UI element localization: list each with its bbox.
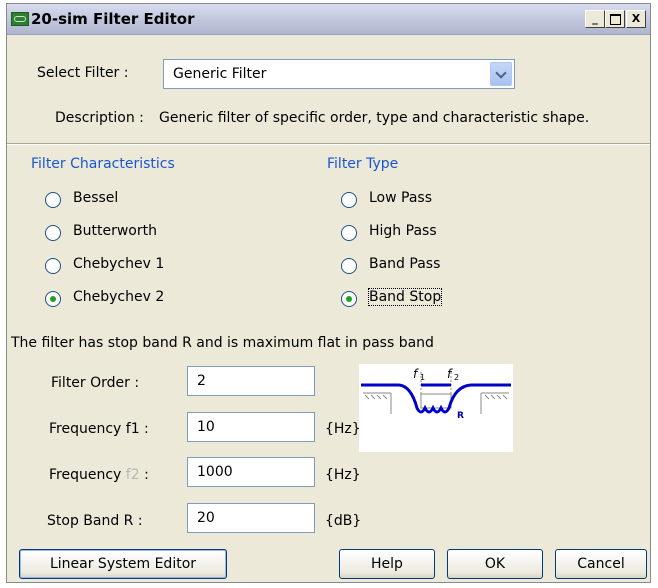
select-filter-value: Generic Filter [173,66,267,82]
app-icon [11,12,29,26]
filter-type-heading: Filter Type [327,156,399,172]
minimize-button[interactable]: _ [585,10,605,28]
frequency-f2-label-suffix: : [139,467,149,483]
frequency-f2-unit: {Hz} [325,467,361,483]
ok-button[interactable]: OK [447,549,543,579]
frequency-f1-value: 10 [197,419,215,435]
stop-band-unit: {dB} [325,513,362,529]
window-title: 20-sim Filter Editor [31,10,195,28]
select-filter-label: Select Filter : [37,65,129,81]
radio-bessel[interactable] [45,192,61,208]
radio-chebychev-2-label[interactable]: Chebychev 2 [73,289,164,305]
filter-editor-window: 20-sim Filter Editor _ X Select Filter :… [6,3,651,583]
frequency-f2-label-dim: f2 [125,467,140,483]
title-bar[interactable]: 20-sim Filter Editor _ X [7,4,650,35]
maximize-button[interactable] [605,10,625,28]
radio-butterworth[interactable] [45,225,61,241]
frequency-f1-unit: {Hz} [325,421,361,437]
band-stop-response-diagram: f 1 f 2 R [359,364,513,452]
radio-bessel-label[interactable]: Bessel [73,190,118,206]
radio-selected-dot [346,296,352,302]
stop-band-r-marker: R [457,411,464,421]
f2-marker-sub: 2 [454,373,459,382]
close-button[interactable]: X [626,10,646,28]
radio-chebychev-1-label[interactable]: Chebychev 1 [73,256,164,272]
radio-high-pass[interactable] [341,225,357,241]
help-button[interactable]: Help [339,549,435,579]
cancel-button[interactable]: Cancel [555,549,647,579]
stop-band-label: Stop Band R : [47,513,143,529]
filter-order-value: 2 [197,373,206,389]
frequency-f2-label: Frequency f2 : [49,467,149,483]
chevron-down-icon[interactable] [490,62,512,86]
frequency-f2-value: 1000 [197,464,233,480]
frequency-f1-input[interactable]: 10 [187,412,315,442]
radio-high-pass-label[interactable]: High Pass [369,223,437,239]
radio-band-stop[interactable] [341,291,357,307]
f1-marker-sub: 1 [420,373,425,382]
radio-band-pass-label[interactable]: Band Pass [369,256,440,272]
frequency-f2-label-prefix: Frequency [49,467,126,483]
filter-order-label: Filter Order : [51,375,140,391]
radio-band-pass[interactable] [341,258,357,274]
radio-chebychev-1[interactable] [45,258,61,274]
linear-system-editor-button[interactable]: Linear System Editor [19,549,227,579]
divider [7,143,650,145]
radio-selected-dot [50,296,56,302]
radio-low-pass-label[interactable]: Low Pass [369,190,432,206]
filter-characteristics-heading: Filter Characteristics [31,156,175,172]
filter-order-input[interactable]: 2 [187,366,315,396]
stop-band-value: 20 [197,510,215,526]
filter-info-text: The filter has stop band R and is maximu… [11,335,434,351]
frequency-f1-label: Frequency f1 : [49,421,149,437]
select-filter-dropdown[interactable]: Generic Filter [163,59,515,89]
radio-butterworth-label[interactable]: Butterworth [73,223,157,239]
description-label: Description : [55,110,144,126]
radio-band-stop-label[interactable]: Band Stop [367,288,443,306]
description-text: Generic filter of specific order, type a… [159,110,590,126]
radio-chebychev-2[interactable] [45,291,61,307]
frequency-f2-input[interactable]: 1000 [187,457,315,487]
stop-band-input[interactable]: 20 [187,503,315,533]
radio-low-pass[interactable] [341,192,357,208]
